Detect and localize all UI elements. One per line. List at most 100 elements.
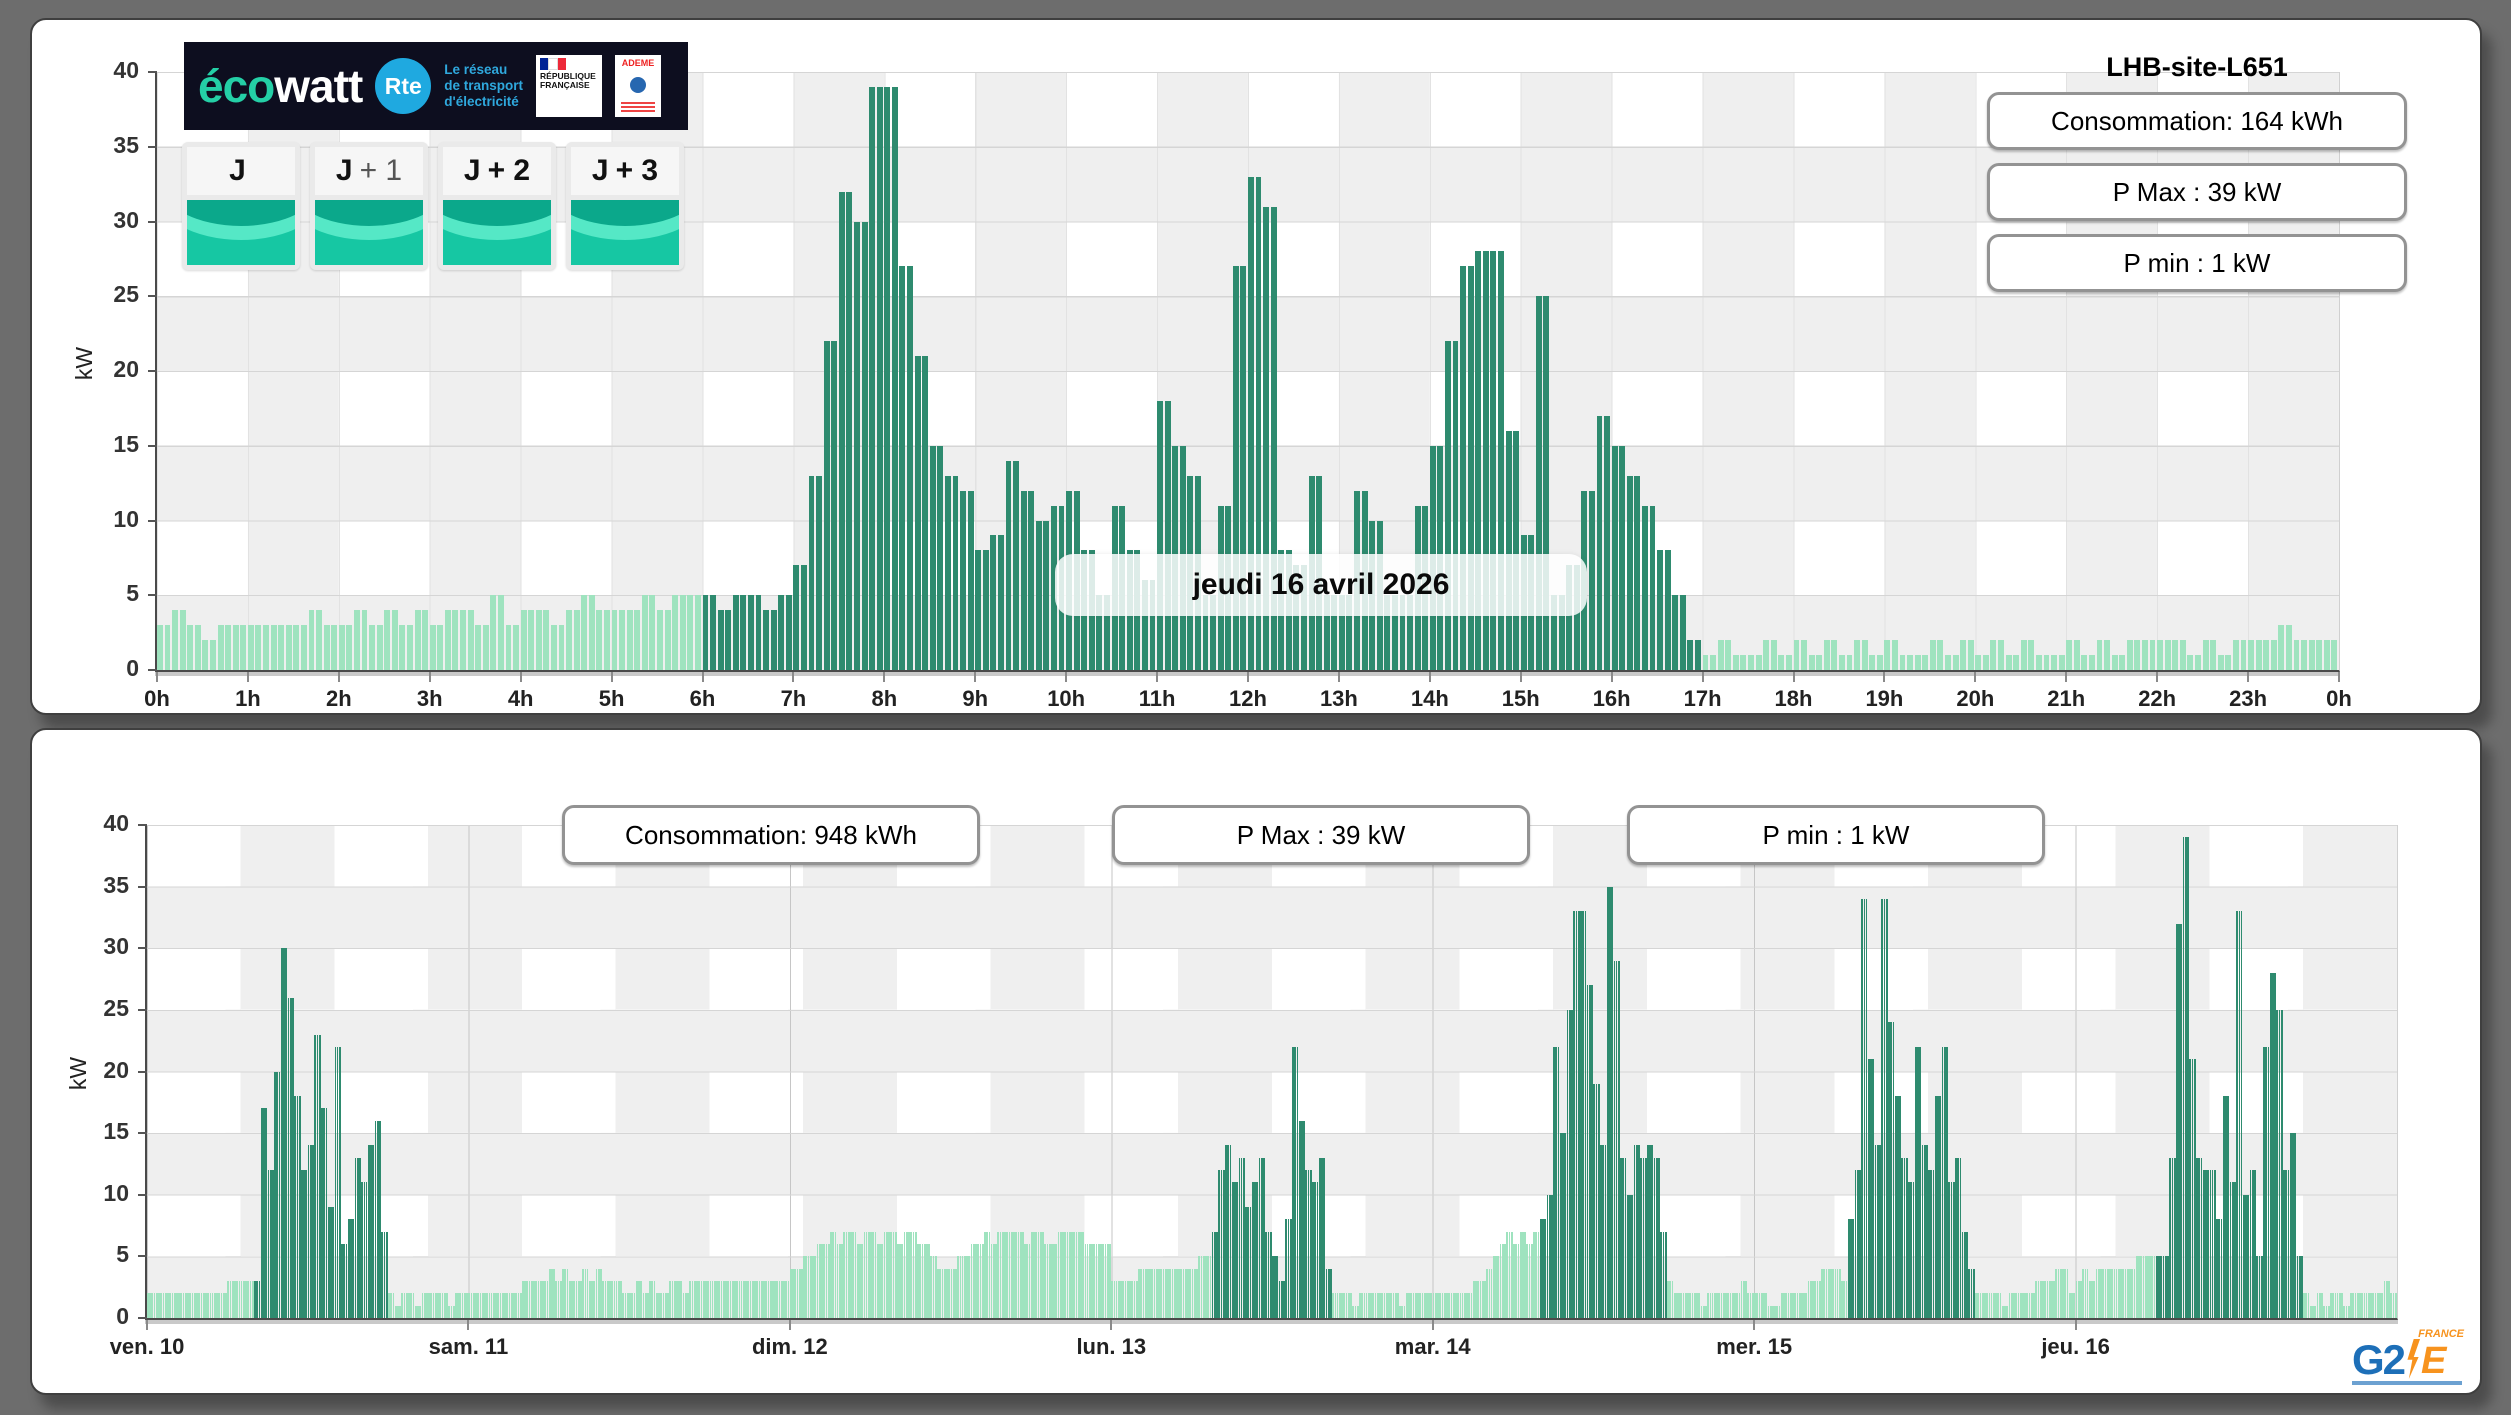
bar[interactable] — [331, 625, 338, 670]
bar[interactable] — [2202, 640, 2209, 670]
bar[interactable] — [361, 610, 368, 670]
bar[interactable] — [778, 595, 785, 670]
bar[interactable] — [391, 610, 398, 670]
bar[interactable] — [2225, 655, 2232, 670]
bar[interactable] — [634, 610, 641, 670]
bar[interactable] — [1914, 655, 1921, 670]
bar[interactable] — [1611, 445, 1618, 670]
bar[interactable] — [475, 625, 482, 670]
bar[interactable] — [414, 610, 421, 670]
tab-day-j[interactable]: J — [182, 142, 300, 270]
bar[interactable] — [437, 625, 444, 670]
bar[interactable] — [891, 86, 898, 670]
bar[interactable] — [664, 610, 671, 670]
bar[interactable] — [225, 625, 232, 670]
bar[interactable] — [975, 550, 982, 670]
bar[interactable] — [2323, 640, 2330, 670]
bar[interactable] — [929, 445, 936, 670]
bar[interactable] — [2263, 640, 2270, 670]
bar[interactable] — [2126, 640, 2133, 670]
bar[interactable] — [657, 610, 663, 670]
bar[interactable] — [1945, 655, 1951, 670]
bar[interactable] — [566, 610, 573, 670]
bar[interactable] — [1922, 655, 1929, 670]
bar[interactable] — [2111, 655, 2118, 670]
bar[interactable] — [285, 625, 292, 670]
bar[interactable] — [997, 535, 1004, 670]
bar[interactable] — [649, 595, 656, 670]
bar[interactable] — [247, 625, 254, 670]
bar[interactable] — [2157, 640, 2164, 670]
bar[interactable] — [1801, 640, 1807, 670]
bar[interactable] — [952, 475, 959, 670]
bar[interactable] — [604, 610, 610, 670]
bar[interactable] — [694, 595, 701, 670]
bar[interactable] — [2104, 640, 2111, 670]
bar[interactable] — [1793, 640, 1800, 670]
bar[interactable] — [869, 86, 876, 670]
bar[interactable] — [1748, 655, 1754, 670]
bar[interactable] — [922, 356, 929, 670]
bar[interactable] — [1778, 655, 1785, 670]
bar[interactable] — [1028, 490, 1035, 670]
bar[interactable] — [263, 625, 269, 670]
bar[interactable] — [854, 221, 860, 670]
bar[interactable] — [2308, 640, 2315, 670]
bar[interactable] — [1005, 460, 1012, 670]
bar[interactable] — [884, 86, 891, 670]
bar[interactable] — [2255, 640, 2262, 670]
bar[interactable] — [232, 625, 239, 670]
bar[interactable] — [1929, 640, 1936, 670]
bar[interactable] — [217, 625, 224, 670]
tab-day-j3[interactable]: J + 3 — [566, 142, 684, 270]
bar[interactable] — [1967, 640, 1974, 670]
bar[interactable] — [1452, 341, 1459, 670]
bar[interactable] — [1505, 430, 1512, 670]
bar[interactable] — [353, 610, 360, 670]
bar[interactable] — [210, 640, 216, 670]
bar[interactable] — [1588, 490, 1595, 670]
bar[interactable] — [316, 610, 322, 670]
bar[interactable] — [422, 610, 429, 670]
bar[interactable] — [528, 610, 535, 670]
bar[interactable] — [2331, 640, 2338, 670]
bar[interactable] — [1937, 640, 1944, 670]
bar[interactable] — [672, 595, 679, 670]
bar[interactable] — [755, 595, 762, 670]
bar[interactable] — [384, 610, 391, 670]
bar[interactable] — [1641, 505, 1648, 670]
bar[interactable] — [588, 595, 595, 670]
bar[interactable] — [300, 625, 307, 670]
bar[interactable] — [1876, 655, 1883, 670]
bar[interactable] — [376, 625, 383, 670]
bar[interactable] — [2172, 640, 2179, 670]
bar[interactable] — [1891, 640, 1898, 670]
bar[interactable] — [194, 625, 201, 670]
bar[interactable] — [2248, 640, 2254, 670]
bar[interactable] — [1854, 640, 1861, 670]
bar[interactable] — [1513, 430, 1520, 670]
bar[interactable] — [838, 191, 845, 670]
bar[interactable] — [641, 595, 648, 670]
bar[interactable] — [1013, 460, 1020, 670]
bar[interactable] — [2394, 1293, 2397, 1318]
bar[interactable] — [550, 625, 557, 670]
bar[interactable] — [444, 610, 451, 670]
bar[interactable] — [581, 595, 588, 670]
bar[interactable] — [1755, 655, 1762, 670]
bar[interactable] — [1619, 445, 1626, 670]
bar[interactable] — [1785, 655, 1792, 670]
bar[interactable] — [2240, 640, 2247, 670]
bar[interactable] — [1982, 655, 1989, 670]
bar[interactable] — [1960, 640, 1967, 670]
bar[interactable] — [1770, 640, 1777, 670]
bar[interactable] — [179, 610, 186, 670]
bar[interactable] — [1626, 475, 1633, 670]
bar[interactable] — [1831, 640, 1838, 670]
bar[interactable] — [2149, 640, 2156, 670]
bar[interactable] — [270, 625, 277, 670]
bar[interactable] — [1732, 655, 1739, 670]
bar[interactable] — [1838, 655, 1845, 670]
bar[interactable] — [1157, 400, 1163, 670]
bar[interactable] — [2096, 640, 2103, 670]
